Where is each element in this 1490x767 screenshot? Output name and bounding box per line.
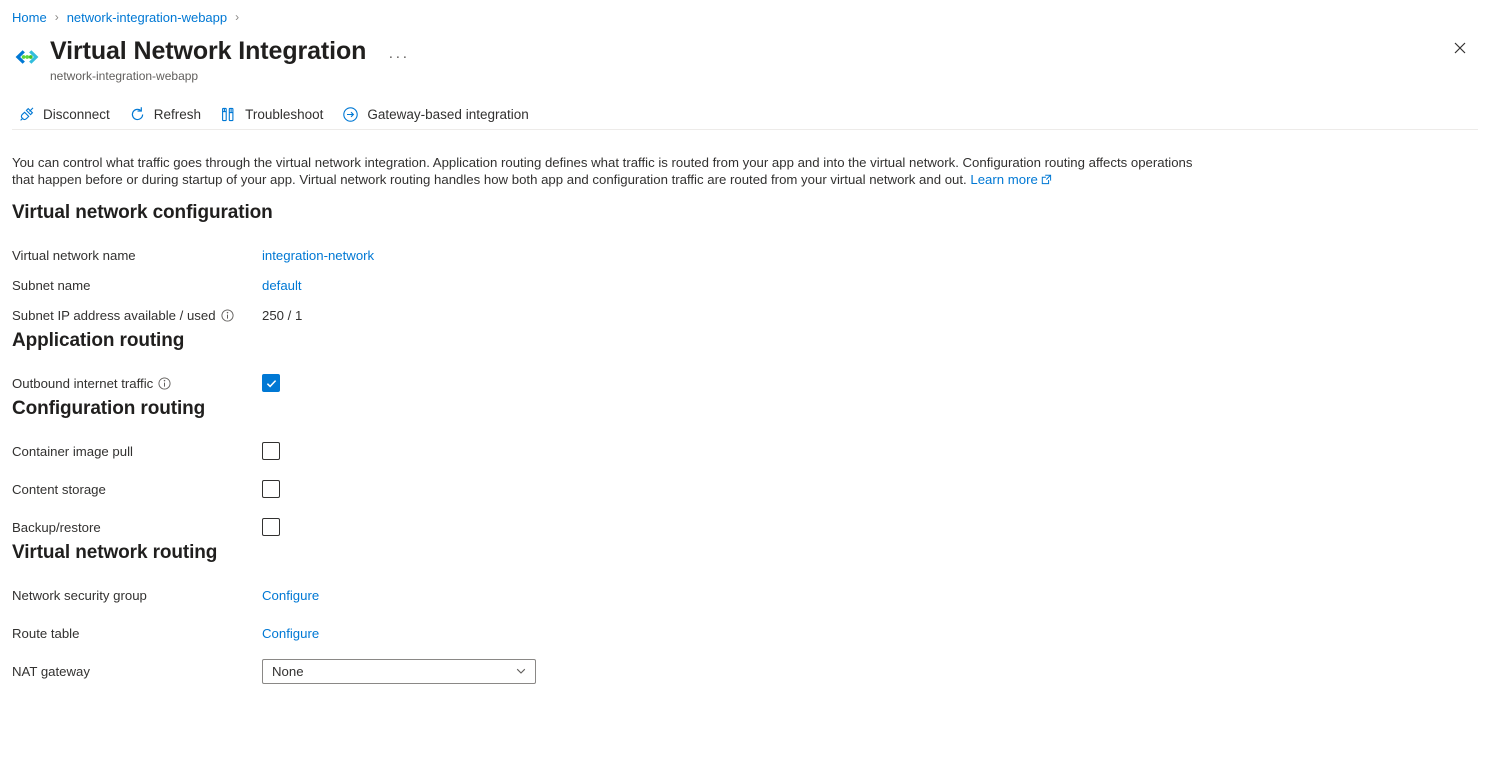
label-outbound-internet-traffic: Outbound internet traffic — [12, 376, 262, 391]
label-outbound-internet-traffic-text: Outbound internet traffic — [12, 376, 153, 391]
configuration-routing-rows: Container image pull Content storage Bac… — [12, 436, 1478, 542]
value-virtual-network-name[interactable]: integration-network — [262, 248, 374, 263]
arrow-right-circle-icon — [341, 105, 360, 124]
info-icon[interactable] — [221, 309, 234, 322]
command-bar: Disconnect Refresh Troubleshoot — [0, 96, 1490, 132]
row-nat-gateway: NAT gateway None — [12, 656, 1478, 686]
checkbox-backup-restore[interactable] — [262, 518, 280, 536]
more-options-button[interactable]: ··· — [388, 50, 409, 66]
nat-gateway-selected-value: None — [272, 664, 304, 679]
troubleshoot-label: Troubleshoot — [245, 107, 323, 122]
label-nat-gateway: NAT gateway — [12, 664, 262, 679]
breadcrumb-item-webapp[interactable]: network-integration-webapp — [67, 10, 227, 25]
checkbox-container-image-pull[interactable] — [262, 442, 280, 460]
checkbox-content-storage[interactable] — [262, 480, 280, 498]
intro-paragraph: You can control what traffic goes throug… — [12, 154, 1207, 189]
label-subnet-ip-address-text: Subnet IP address available / used — [12, 308, 216, 323]
external-link-icon — [1041, 172, 1052, 189]
info-icon[interactable] — [158, 377, 171, 390]
configure-network-security-group-link[interactable]: Configure — [262, 588, 319, 603]
section-title-vnet-routing: Virtual network routing — [12, 542, 1478, 564]
label-network-security-group: Network security group — [12, 588, 262, 603]
page-subtitle: network-integration-webapp — [50, 68, 409, 84]
page-title-block: Virtual Network Integration ··· network-… — [50, 36, 409, 84]
label-virtual-network-name: Virtual network name — [12, 248, 262, 263]
configure-route-table-link[interactable]: Configure — [262, 626, 319, 641]
label-container-image-pull: Container image pull — [12, 444, 262, 459]
label-subnet-ip-address: Subnet IP address available / used — [12, 308, 262, 323]
troubleshoot-button[interactable]: Troubleshoot — [216, 99, 332, 129]
value-backup-restore — [262, 518, 280, 536]
breadcrumb: Home › network-integration-webapp › — [0, 0, 1490, 28]
breadcrumb-separator: › — [55, 10, 59, 24]
section-title-configuration-routing: Configuration routing — [12, 398, 1478, 420]
vnet-routing-rows: Network security group Configure Route t… — [12, 580, 1478, 686]
breadcrumb-separator: › — [235, 10, 239, 24]
checkmark-icon — [265, 377, 278, 390]
label-route-table: Route table — [12, 626, 262, 641]
checkbox-outbound-internet-traffic[interactable] — [262, 374, 280, 392]
row-backup-restore: Backup/restore — [12, 512, 1478, 542]
breadcrumb-item-home[interactable]: Home — [12, 10, 47, 25]
row-virtual-network-name: Virtual network name integration-network — [12, 240, 1478, 270]
refresh-icon — [128, 105, 147, 124]
section-title-application-routing: Application routing — [12, 330, 1478, 352]
command-bar-divider — [12, 129, 1478, 130]
refresh-label: Refresh — [154, 107, 201, 122]
value-content-storage — [262, 480, 280, 498]
main-content: You can control what traffic goes throug… — [0, 154, 1490, 686]
value-nat-gateway: None — [262, 659, 536, 684]
disconnect-plug-icon — [17, 105, 36, 124]
vnet-configuration-rows: Virtual network name integration-network… — [12, 240, 1478, 330]
chevron-down-icon — [515, 665, 527, 677]
label-content-storage: Content storage — [12, 482, 262, 497]
disconnect-label: Disconnect — [43, 107, 110, 122]
label-backup-restore: Backup/restore — [12, 520, 262, 535]
page-header: Virtual Network Integration ··· network-… — [0, 28, 1490, 84]
gateway-based-integration-label: Gateway-based integration — [367, 107, 528, 122]
row-subnet-name: Subnet name default — [12, 270, 1478, 300]
section-title-vnet-configuration: Virtual network configuration — [12, 202, 1478, 224]
page-title-line: Virtual Network Integration ··· — [50, 36, 409, 66]
value-subnet-ip-address: 250 / 1 — [262, 308, 302, 323]
row-content-storage: Content storage — [12, 474, 1478, 504]
row-outbound-internet-traffic: Outbound internet traffic — [12, 368, 1478, 398]
row-container-image-pull: Container image pull — [12, 436, 1478, 466]
row-subnet-ip-address: Subnet IP address available / used 250 /… — [12, 300, 1478, 330]
close-button[interactable] — [1446, 34, 1474, 62]
label-subnet-name: Subnet name — [12, 278, 262, 293]
disconnect-button[interactable]: Disconnect — [14, 99, 119, 129]
value-outbound-internet-traffic — [262, 374, 280, 392]
vnet-integration-icon — [12, 42, 42, 72]
application-routing-rows: Outbound internet traffic — [12, 368, 1478, 398]
row-network-security-group: Network security group Configure — [12, 580, 1478, 610]
nat-gateway-dropdown[interactable]: None — [262, 659, 536, 684]
page-title: Virtual Network Integration — [50, 36, 366, 66]
value-subnet-name[interactable]: default — [262, 278, 302, 293]
learn-more-link[interactable]: Learn more — [970, 172, 1037, 187]
refresh-button[interactable]: Refresh — [125, 99, 210, 129]
gateway-based-integration-button[interactable]: Gateway-based integration — [338, 99, 537, 129]
troubleshoot-tools-icon — [219, 105, 238, 124]
row-route-table: Route table Configure — [12, 618, 1478, 648]
value-container-image-pull — [262, 442, 280, 460]
